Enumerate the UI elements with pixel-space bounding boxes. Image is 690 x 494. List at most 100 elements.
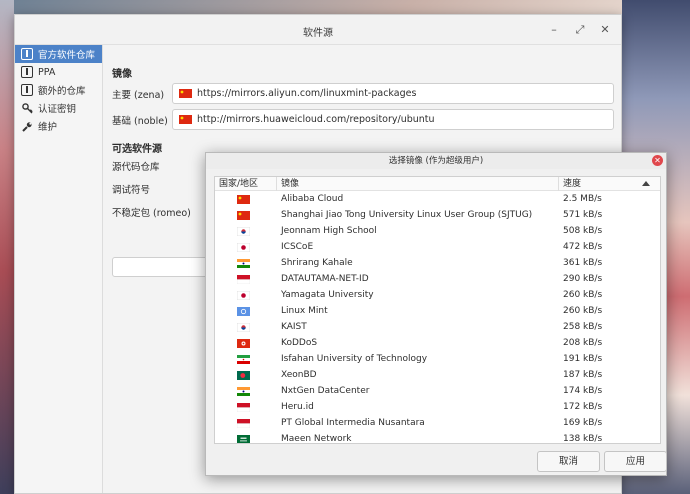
flag-sa-icon [237,434,250,443]
mirror-speed: 138 kB/s [563,434,603,444]
mirror-row[interactable]: DATAUTAMA-NET-ID 290 kB/s [215,271,660,287]
mirror-rows: Alibaba Cloud 2.5 MB/s Shanghai Jiao Tong … [215,191,660,444]
key-icon [21,102,33,114]
apply-button[interactable]: 应用 [604,451,667,472]
country-cell [215,434,277,443]
flag-id-icon [237,418,250,428]
mirror-speed: 174 kB/s [563,386,603,396]
flag-kr-icon [237,226,250,236]
mirror-row[interactable]: Linux Mint 260 kB/s [215,303,660,319]
mirror-name: NxtGen DataCenter [281,386,370,396]
mirror-name: Jeonnam High School [281,226,377,236]
column-country[interactable]: 国家/地区 [215,177,277,191]
sidebar-item-label: 额外的仓库 [38,86,86,97]
sidebar-item-label: 维护 [38,122,58,133]
country-cell [215,242,277,252]
flag-id-icon [237,402,250,412]
base-mirror-url: http://mirrors.huaweicloud.com/repositor… [197,114,435,125]
flag-id-icon [237,274,250,284]
base-mirror-selector[interactable]: http://mirrors.huaweicloud.com/repositor… [172,109,614,130]
wrench-icon [21,120,33,132]
mirror-row[interactable]: Yamagata University 260 kB/s [215,287,660,303]
main-mirror-row: 主要 (zena) [112,83,172,104]
sidebar-item-label: 认证密钥 [38,104,77,115]
flag-kr-icon [237,322,250,332]
country-cell [215,226,277,236]
wallpaper-left [0,0,14,494]
country-cell [215,210,277,220]
mirror-name: Shrirang Kahale [281,258,353,268]
sidebar-item-official[interactable]: 官方软件仓库 [15,45,102,63]
main-mirror-url: https://mirrors.aliyun.com/linuxmint-pac… [197,88,417,99]
window-title: 软件源 [303,28,333,39]
sidebar-item-additional[interactable]: 额外的仓库 [15,81,102,99]
mirror-name: Shanghai Jiao Tong University Linux User… [281,210,533,220]
mirrors-heading: 镜像 [112,69,132,80]
mirror-row[interactable]: NxtGen DataCenter 174 kB/s [215,383,660,399]
mirror-row[interactable]: XeonBD 187 kB/s [215,367,660,383]
flag-hk-icon [237,338,250,348]
base-mirror-row: 基础 (noble) [112,109,172,130]
mirror-speed: 508 kB/s [563,226,603,236]
box-icon [21,48,33,60]
mirror-name: Yamagata University [281,290,374,300]
obscured-button[interactable] [112,257,212,277]
optional-heading: 可选软件源 [112,144,162,155]
source-code-label: 源代码仓库 [112,162,160,173]
mirror-name: Heru.id [281,402,314,412]
flag-cn-icon [237,194,250,204]
country-cell [215,370,277,380]
mirror-row[interactable]: Jeonnam High School 508 kB/s [215,223,660,239]
mirror-speed: 169 kB/s [563,418,603,428]
mirror-list[interactable]: 国家/地区 镜像 速度 Alibaba Cloud 2.5 MB/s Shangha… [214,176,661,444]
mirror-name: PT Global Intermedia Nusantara [281,418,425,428]
flag-ir-icon [237,354,250,364]
column-mirror[interactable]: 镜像 [277,177,559,191]
mirror-row[interactable]: Heru.id 172 kB/s [215,399,660,415]
mirror-name: DATAUTAMA-NET-ID [281,274,369,284]
mirror-speed: 187 kB/s [563,370,603,380]
country-cell [215,258,277,268]
country-cell [215,386,277,396]
country-cell [215,338,277,348]
mirror-row[interactable]: Isfahan University of Technology 191 kB/s [215,351,660,367]
mirror-speed: 571 kB/s [563,210,603,220]
mirror-row[interactable]: Maeen Network 138 kB/s [215,431,660,444]
mirror-row[interactable]: Shrirang Kahale 361 kB/s [215,255,660,271]
sidebar: 官方软件仓库 PPA 额外的仓库 认证密钥 维护 [15,45,103,493]
mirror-row[interactable]: ICSCoE 472 kB/s [215,239,660,255]
sidebar-item-label: 官方软件仓库 [38,50,96,61]
mirror-speed: 258 kB/s [563,322,603,332]
country-cell [215,306,277,316]
mirror-row[interactable]: KoDDoS 208 kB/s [215,335,660,351]
dialog-close-icon[interactable]: ✕ [652,155,663,166]
sidebar-item-maintenance[interactable]: 维护 [15,117,102,135]
country-cell [215,402,277,412]
mirror-speed: 361 kB/s [563,258,603,268]
main-mirror-label: 主要 (zena) [112,89,165,101]
flag-un-icon [237,306,250,316]
mirror-select-dialog: 选择镜像 (作为超级用户) ✕ 国家/地区 镜像 速度 Alibaba Clou… [205,152,667,476]
sort-ascending-icon [642,181,650,186]
flag-jp-icon [237,290,250,300]
unstable-label: 不稳定包 (romeo) [112,208,191,219]
mirror-speed: 191 kB/s [563,354,603,364]
mirror-speed: 172 kB/s [563,402,603,412]
maximize-button[interactable]: ⤢ [572,22,588,38]
mirror-name: Isfahan University of Technology [281,354,428,364]
mirror-name: KoDDoS [281,338,318,348]
mirror-row[interactable]: Alibaba Cloud 2.5 MB/s [215,191,660,207]
mirror-name: Linux Mint [281,306,328,316]
main-mirror-selector[interactable]: https://mirrors.aliyun.com/linuxmint-pac… [172,83,614,104]
sidebar-item-ppa[interactable]: PPA [15,63,102,81]
sidebar-item-keys[interactable]: 认证密钥 [15,99,102,117]
dialog-title: 选择镜像 (作为超级用户) [388,156,484,166]
mirror-row[interactable]: KAIST 258 kB/s [215,319,660,335]
minimize-button[interactable]: – [546,22,562,38]
cancel-button[interactable]: 取消 [537,451,600,472]
flag-cn-icon [237,210,250,220]
mirror-speed: 208 kB/s [563,338,603,348]
close-button[interactable]: ✕ [597,22,613,38]
mirror-row[interactable]: PT Global Intermedia Nusantara 169 kB/s [215,415,660,431]
mirror-row[interactable]: Shanghai Jiao Tong University Linux User… [215,207,660,223]
